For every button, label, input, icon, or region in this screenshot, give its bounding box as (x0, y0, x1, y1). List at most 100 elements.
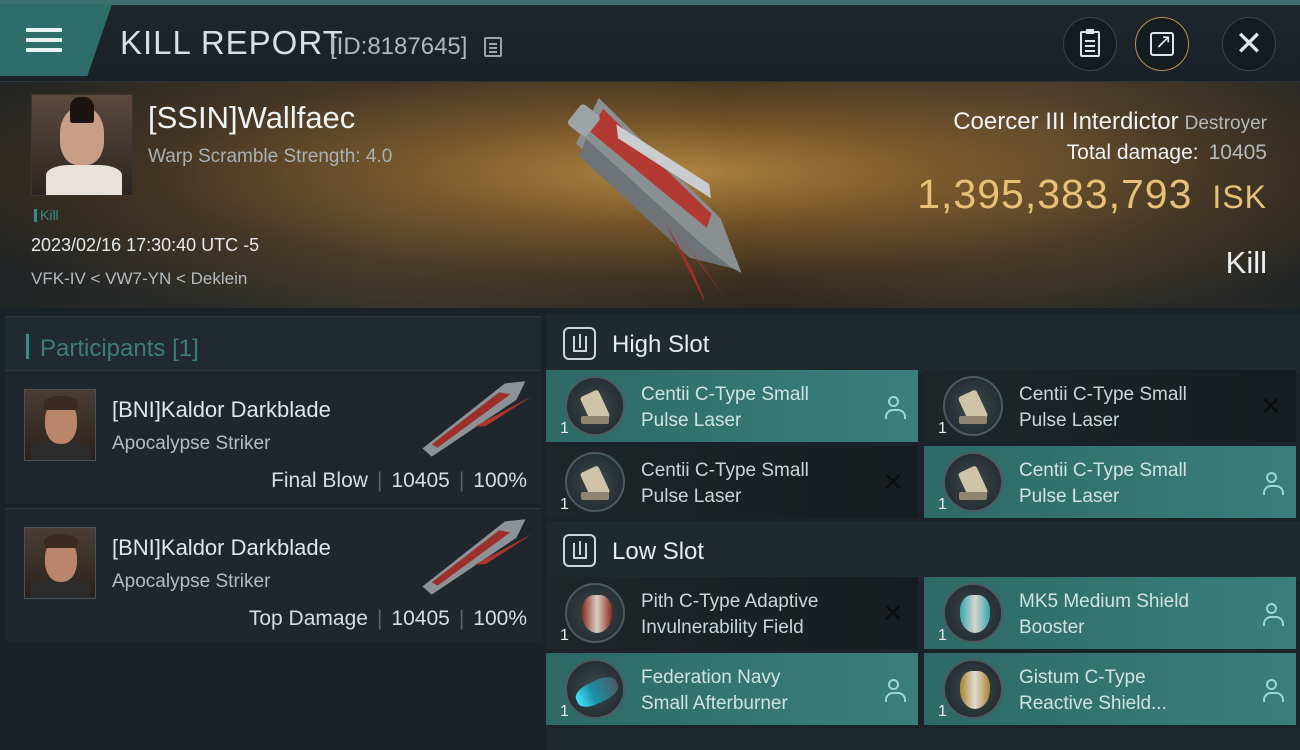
dropped-person-icon (1260, 470, 1284, 495)
module-item[interactable]: 1 Centii C-Type Small Pulse Laser (924, 446, 1296, 518)
module-name: Federation Navy Small Afterburner (641, 667, 788, 714)
high-slot-title: High Slot (612, 331, 710, 358)
stat-separator: | (458, 469, 465, 492)
isk-unit: ISK (1212, 179, 1267, 215)
shield-booster-icon (943, 583, 1003, 643)
destroyed-x-icon: ✕ (1260, 391, 1282, 421)
module-item[interactable]: 1 Federation Navy Small Afterburner (546, 653, 918, 725)
total-damage-value: 10405 (1208, 141, 1267, 164)
dropped-person-icon (882, 677, 906, 702)
dropped-person-icon (1260, 601, 1284, 626)
kill-timestamp: 2023/02/16 17:30:40 UTC -5 (31, 235, 260, 255)
low-slot-header: Low Slot (546, 521, 1300, 581)
participant-avatar[interactable] (24, 527, 96, 599)
module-quantity: 1 (938, 627, 947, 644)
warp-scramble-strength: Warp Scramble Strength: 4.0 (148, 146, 393, 167)
pulse-laser-icon (565, 376, 625, 436)
pulse-laser-icon (565, 452, 625, 512)
participant-stats: Final Blow | 10405 | 100% (271, 469, 527, 493)
module-name: Pith C-Type Adaptive Invulnerability Fie… (641, 591, 819, 638)
afterburner-icon (565, 659, 625, 719)
stat-separator: | (376, 607, 383, 630)
participants-header: Participants [1] (5, 316, 541, 374)
module-item[interactable]: 1 Centii C-Type Small Pulse Laser ✕ (546, 446, 918, 518)
kill-location[interactable]: VFK-IV < VW7-YN < Deklein (31, 269, 247, 289)
participant-card[interactable]: [BNI]Kaldor Darkblade Apocalypse Striker… (5, 508, 541, 642)
dropped-person-icon (882, 394, 906, 419)
module-item[interactable]: 1 MK5 Medium Shield Booster (924, 577, 1296, 649)
module-quantity: 1 (560, 496, 569, 513)
low-slot-title: Low Slot (612, 538, 705, 565)
mid-slot-header-partial (546, 728, 1300, 750)
participant-percent: 100% (473, 469, 527, 492)
participant-percent: 100% (473, 607, 527, 630)
report-id: [ID:8187645] (330, 33, 468, 60)
participant-damage: 10405 (391, 607, 450, 630)
module-item[interactable]: 1 Gistum C-Type Reactive Shield... (924, 653, 1296, 725)
victim-summary: [SSIN]Wallfaec Warp Scramble Strength: 4… (0, 82, 1300, 308)
hamburger-menu-icon (26, 26, 62, 54)
low-slot-icon (563, 534, 596, 567)
module-quantity: 1 (560, 420, 569, 437)
participants-label: Participants (40, 335, 166, 362)
module-quantity: 1 (938, 703, 947, 720)
dropped-person-icon (1260, 677, 1284, 702)
stat-separator: | (376, 469, 383, 492)
destroyed-x-icon: ✕ (882, 598, 904, 628)
participant-ship-image (422, 519, 533, 595)
participants-count: [1] (172, 335, 199, 362)
participant-ship: Apocalypse Striker (112, 433, 271, 454)
clipboard-icon (1080, 29, 1100, 57)
reactive-shield-icon (943, 659, 1003, 719)
pulse-laser-icon (943, 376, 1003, 436)
victim-portrait[interactable] (31, 94, 133, 196)
module-item[interactable]: 1 Centii C-Type Small Pulse Laser ✕ (924, 370, 1296, 442)
total-damage: Total damage: 10405 (1067, 141, 1267, 165)
kill-result: Kill (1225, 245, 1267, 280)
participant-damage: 10405 (391, 469, 450, 492)
victim-ship-image[interactable] (520, 90, 780, 300)
high-slot-icon (563, 327, 596, 360)
participant-stats: Top Damage | 10405 | 100% (249, 607, 527, 631)
kill-report-header: KILL REPORT [ID:8187645] ✕ (0, 0, 1300, 82)
module-name: Centii C-Type Small Pulse Laser (641, 384, 809, 431)
module-name: Centii C-Type Small Pulse Laser (641, 460, 809, 507)
share-button[interactable] (1135, 17, 1189, 71)
stat-separator: | (458, 607, 465, 630)
module-name: Centii C-Type Small Pulse Laser (1019, 460, 1187, 507)
total-damage-label: Total damage: (1066, 141, 1199, 164)
close-icon: ✕ (1234, 25, 1264, 63)
module-quantity: 1 (560, 627, 569, 644)
isk-amount: 1,395,383,793 (917, 171, 1193, 217)
module-item[interactable]: 1 Centii C-Type Small Pulse Laser (546, 370, 918, 442)
ship-name: Coercer III Interdictor (953, 108, 1179, 135)
participant-ship: Apocalypse Striker (112, 571, 271, 592)
share-icon (1150, 29, 1174, 56)
menu-button[interactable] (0, 4, 112, 76)
victim-ship-type[interactable]: Coercer III Interdictor Destroyer (953, 108, 1267, 136)
module-name: Gistum C-Type Reactive Shield... (1019, 667, 1167, 714)
report-button[interactable] (1063, 17, 1117, 71)
isk-value: 1,395,383,793 ISK (917, 171, 1267, 218)
high-slot-header: High Slot (546, 314, 1300, 374)
page-title: KILL REPORT (120, 24, 344, 61)
participants-panel: Participants [1] [BNI]Kaldor Darkblade A… (0, 308, 541, 750)
invulnerability-field-icon (565, 583, 625, 643)
participant-name: [BNI]Kaldor Darkblade (112, 535, 331, 560)
participant-ship-image (422, 381, 533, 457)
module-name: Centii C-Type Small Pulse Laser (1019, 384, 1187, 431)
victim-name[interactable]: [SSIN]Wallfaec (148, 100, 355, 136)
fitting-panel: High Slot 1 Centii C-Type Small Pulse La… (541, 308, 1300, 750)
participant-card[interactable]: [BNI]Kaldor Darkblade Apocalypse Striker… (5, 370, 541, 504)
participant-role: Top Damage (248, 607, 368, 630)
module-name: MK5 Medium Shield Booster (1019, 591, 1190, 638)
participant-role: Final Blow (271, 469, 368, 492)
ship-class: Destroyer (1184, 113, 1267, 134)
module-quantity: 1 (938, 420, 947, 437)
close-button[interactable]: ✕ (1222, 17, 1276, 71)
header-accent-line (0, 0, 1300, 5)
participant-avatar[interactable] (24, 389, 96, 461)
copy-icon[interactable] (484, 37, 502, 57)
participant-name: [BNI]Kaldor Darkblade (112, 397, 331, 422)
module-item[interactable]: 1 Pith C-Type Adaptive Invulnerability F… (546, 577, 918, 649)
